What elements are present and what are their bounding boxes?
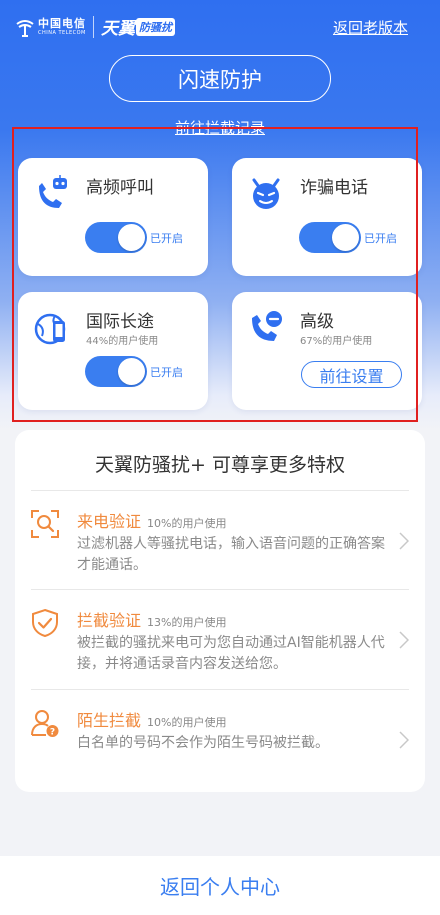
logo-divider	[93, 15, 94, 38]
brand-name: 天翼	[101, 19, 135, 39]
top-bar: 中国电信 CHINA TELECOM 天翼 防骚扰 返回老版本	[0, 0, 440, 52]
perks-title: 天翼防骚扰+ 可尊享更多特权	[95, 454, 345, 476]
svg-text:?: ?	[50, 728, 55, 738]
perks-divider	[31, 490, 409, 491]
scan-face-icon	[30, 509, 60, 539]
perk-description: 被拦截的骚扰来电可为您自动通过AI智能机器人代接，并将通话录音内容发送给您。	[77, 635, 385, 672]
bottom-bar: 返回个人中心	[0, 856, 440, 915]
shield-check-icon	[30, 608, 60, 638]
perk-usage: 13%的用户使用	[147, 616, 227, 629]
perk-title-text: 来电验证	[77, 512, 142, 531]
perk-title: 陌生拦截 10%的用户使用	[77, 707, 226, 731]
perk-usage: 10%的用户使用	[147, 716, 227, 729]
carrier-name-cn: 中国电信	[38, 16, 86, 30]
brand-badge: 防骚扰	[136, 17, 175, 36]
perk-description: 白名单的号码不会作为陌生号码被拦截。	[77, 735, 329, 751]
perks-divider	[31, 589, 409, 590]
perk-description: 过滤机器人等骚扰电话，输入语音问题的正确答案才能通话。	[77, 536, 385, 573]
perk-title-text: 拦截验证	[77, 611, 142, 630]
perk-item-call-verify[interactable]: 来电验证 10%的用户使用 过滤机器人等骚扰电话，输入语音问题的正确答案才能通话。	[15, 492, 425, 582]
perk-usage: 10%的用户使用	[147, 517, 227, 530]
brand-logo: 中国电信 CHINA TELECOM 天翼 防骚扰	[14, 14, 175, 39]
chevron-right-icon	[399, 731, 410, 749]
perk-item-stranger-block[interactable]: ? 陌生拦截 10%的用户使用 白名单的号码不会作为陌生号码被拦截。	[15, 691, 425, 781]
perk-title-text: 陌生拦截	[77, 711, 142, 730]
back-old-version-link[interactable]: 返回老版本	[333, 17, 408, 38]
carrier-name: 中国电信 CHINA TELECOM	[38, 18, 86, 36]
chevron-right-icon	[399, 532, 410, 550]
perk-title: 来电验证 10%的用户使用	[77, 508, 226, 532]
perks-panel: 天翼防骚扰+ 可尊享更多特权 来电验证 10%的用户使用 过滤机器人等骚扰电话，输…	[15, 430, 425, 792]
perk-title: 拦截验证 13%的用户使用	[77, 607, 226, 631]
flash-protect-button[interactable]: 闪速防护	[109, 55, 331, 102]
back-personal-center-link[interactable]: 返回个人中心	[160, 871, 280, 900]
highlight-box	[12, 127, 418, 422]
perks-divider	[31, 689, 409, 690]
perk-item-block-verify[interactable]: 拦截验证 13%的用户使用 被拦截的骚扰来电可为您自动通过AI智能机器人代接，并将…	[15, 591, 425, 681]
carrier-name-en: CHINA TELECOM	[38, 29, 86, 36]
china-telecom-logo-icon	[14, 16, 36, 38]
chevron-right-icon	[399, 631, 410, 649]
stranger-user-icon: ?	[30, 708, 60, 738]
